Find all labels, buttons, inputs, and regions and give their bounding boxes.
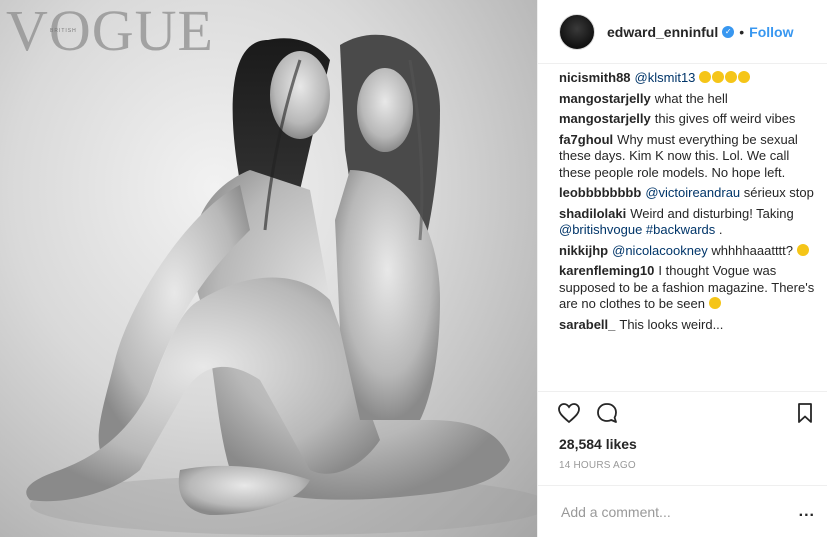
comment-text: This looks weird... bbox=[619, 316, 724, 332]
post-timestamp[interactable]: 14 HOURS AGO bbox=[538, 455, 827, 477]
likes-count[interactable]: 28,584 likes bbox=[538, 433, 827, 455]
photo-figures-illustration bbox=[26, 34, 537, 535]
comment-username[interactable]: mangostarjelly bbox=[559, 111, 651, 126]
comment-text: Weird and disturbing! Taking bbox=[630, 205, 794, 221]
instagram-post: VOGUE BRITISH edward_enninful ✓ • Follow… bbox=[0, 0, 827, 537]
comment-item: sarabell_ This looks weird... bbox=[559, 317, 819, 334]
comment-item: nicismith88 @klsmit13 bbox=[559, 70, 819, 87]
emoji-icon bbox=[725, 71, 738, 83]
comment-username[interactable]: mangostarjelly bbox=[559, 91, 651, 106]
verified-badge-icon: ✓ bbox=[722, 25, 735, 38]
emoji-icon bbox=[796, 243, 809, 256]
comment-input[interactable] bbox=[559, 502, 799, 521]
comment-text: . bbox=[715, 222, 723, 237]
comment-text: sérieux stop bbox=[740, 185, 814, 200]
comment-text: this gives off weird vibes bbox=[654, 111, 796, 126]
comment-mention-link[interactable]: #backwards bbox=[646, 222, 715, 237]
comment-username[interactable]: nikkijhp bbox=[559, 243, 608, 258]
comment-username[interactable]: sarabell_ bbox=[559, 317, 615, 332]
comment-item: nikkijhp @nicolacookney whhhhaaatttt? bbox=[559, 243, 819, 260]
avatar[interactable] bbox=[559, 13, 595, 50]
add-comment-bar: ... bbox=[538, 485, 827, 537]
comment-item: fa7ghoul Why must everything be sexual th… bbox=[559, 132, 819, 182]
header-separator: • bbox=[739, 23, 745, 40]
follow-button[interactable]: Follow bbox=[749, 24, 793, 40]
comment-icon[interactable] bbox=[595, 401, 619, 425]
comment-item: karenfleming10 I thought Vogue was suppos… bbox=[559, 263, 819, 313]
comment-username[interactable]: shadilolaki bbox=[559, 206, 626, 221]
comment-item: leobbbbbbbb @victoireandrau sérieux stop bbox=[559, 185, 819, 202]
emoji-icon bbox=[699, 71, 712, 83]
comment-item: mangostarjelly what the hell bbox=[559, 91, 819, 108]
comment-mention-link[interactable]: @victoireandrau bbox=[645, 185, 740, 200]
comment-username[interactable]: nicismith88 bbox=[559, 70, 631, 85]
comment-mention-link[interactable]: @britishvogue bbox=[559, 222, 642, 237]
comment-username[interactable]: fa7ghoul bbox=[559, 132, 613, 147]
post-header: edward_enninful ✓ • Follow bbox=[538, 0, 827, 64]
comment-username[interactable]: leobbbbbbbb bbox=[559, 185, 641, 200]
comment-mention-link[interactable]: @klsmit13 bbox=[635, 70, 696, 85]
bookmark-icon[interactable] bbox=[795, 402, 815, 424]
action-bar bbox=[538, 391, 827, 433]
more-options-button[interactable]: ... bbox=[799, 503, 815, 521]
emoji-icon bbox=[708, 297, 721, 309]
post-author-username[interactable]: edward_enninful bbox=[607, 24, 718, 40]
comment-text: what the hell bbox=[654, 90, 728, 106]
emoji-icon bbox=[738, 71, 751, 83]
comments-list[interactable]: nicismith88 @klsmit13 mangostarjelly what … bbox=[538, 64, 827, 391]
comment-item: shadilolaki Weird and disturbing! Taking … bbox=[559, 206, 819, 239]
heart-icon[interactable] bbox=[557, 401, 581, 425]
comment-item: mangostarjelly this gives off weird vibes bbox=[559, 111, 819, 128]
post-photo[interactable]: VOGUE BRITISH bbox=[0, 0, 537, 537]
emoji-icon bbox=[712, 71, 725, 83]
comment-text: whhhhaaatttt? bbox=[707, 242, 797, 258]
comment-username[interactable]: karenfleming10 bbox=[559, 263, 654, 278]
comment-mention-link[interactable]: @nicolacookney bbox=[612, 243, 708, 258]
post-sidebar: edward_enninful ✓ • Follow nicismith88 @k… bbox=[537, 0, 827, 537]
